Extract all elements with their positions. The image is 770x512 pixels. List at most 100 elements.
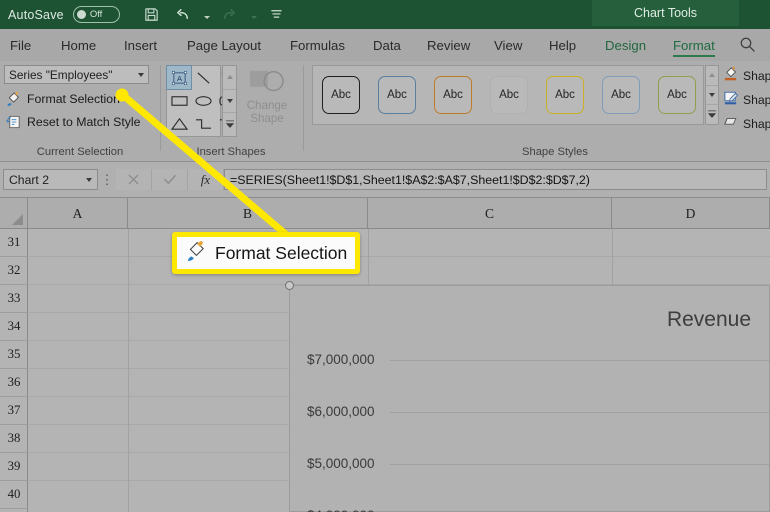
- undo-icon[interactable]: [172, 4, 194, 26]
- group-label-insert-shapes: Insert Shapes: [196, 146, 266, 158]
- search-icon[interactable]: [739, 36, 756, 58]
- row-header-34[interactable]: 34: [0, 313, 28, 341]
- undo-dropdown-icon[interactable]: [203, 15, 210, 19]
- scroll-up-icon[interactable]: [223, 66, 236, 90]
- shape-outline-icon: [723, 90, 739, 109]
- scroll-up-icon[interactable]: [706, 66, 718, 86]
- swatch-label: Abc: [667, 89, 687, 101]
- y-axis-tick-6000000: $6,000,000: [307, 404, 375, 419]
- tab-review[interactable]: Review: [427, 29, 470, 61]
- swatch-label: Abc: [555, 89, 575, 101]
- callout-inner: Format Selection: [177, 237, 355, 269]
- formula-bar-grip[interactable]: ⋮: [98, 172, 116, 188]
- column-header-d[interactable]: D: [612, 198, 770, 229]
- line-icon[interactable]: [191, 66, 215, 89]
- tab-design[interactable]: Design: [605, 29, 646, 61]
- scroll-down-icon[interactable]: [706, 86, 718, 106]
- column-header-b[interactable]: B: [128, 198, 368, 229]
- triangle-icon[interactable]: [167, 112, 191, 135]
- swatch-label: Abc: [387, 89, 407, 101]
- tab-data[interactable]: Data: [373, 29, 401, 61]
- text-box-icon[interactable]: A: [166, 65, 192, 90]
- shape-style-swatch-4[interactable]: Abc: [490, 76, 528, 114]
- oval-icon[interactable]: [191, 89, 215, 112]
- current-selection-combo[interactable]: Series "Employees": [4, 65, 149, 84]
- ribbon-divider-2: [303, 65, 304, 151]
- column-header-c[interactable]: C: [368, 198, 612, 229]
- tab-home[interactable]: Home: [61, 29, 96, 61]
- autosave-state-label: Off: [89, 9, 103, 20]
- group-label-current-selection: Current Selection: [36, 146, 124, 158]
- shape-style-swatch-3[interactable]: Abc: [434, 76, 472, 114]
- shape-effects-icon: [723, 114, 739, 133]
- row-header-32[interactable]: 32: [0, 257, 28, 285]
- shape-effects-button[interactable]: Shape: [723, 114, 770, 133]
- chart-resize-handle[interactable]: [285, 281, 294, 290]
- insert-shapes-scrollbar[interactable]: [222, 65, 237, 137]
- row-header-31[interactable]: 31: [0, 229, 28, 257]
- format-selection-callout: Format Selection: [172, 232, 360, 274]
- swatch-label: Abc: [331, 89, 351, 101]
- chevron-down-icon[interactable]: [138, 72, 144, 77]
- row-header-35[interactable]: 35: [0, 341, 28, 369]
- shape-styles-scrollbar[interactable]: [705, 65, 719, 125]
- tab-view[interactable]: View: [494, 29, 522, 61]
- row-header-38[interactable]: 38: [0, 425, 28, 453]
- row-header-36[interactable]: 36: [0, 369, 28, 397]
- change-shape-label-line1: Change: [246, 99, 288, 112]
- elbow-connector-icon[interactable]: [191, 112, 215, 135]
- shape-style-swatch-5[interactable]: Abc: [546, 76, 584, 114]
- tab-formulas[interactable]: Formulas: [290, 29, 345, 61]
- tab-insert[interactable]: Insert: [124, 29, 157, 61]
- select-all-triangle-icon: [12, 214, 23, 225]
- group-label-shape-styles: Shape Styles: [522, 146, 588, 158]
- more-styles-icon[interactable]: [706, 105, 718, 124]
- quick-access-toolbar: AutoSave Off: [8, 0, 288, 29]
- more-shapes-icon[interactable]: [223, 113, 236, 136]
- name-box[interactable]: Chart 2: [3, 169, 98, 190]
- shape-style-swatch-2[interactable]: Abc: [378, 76, 416, 114]
- shape-style-swatch-7[interactable]: Abc: [658, 76, 696, 114]
- redo-dropdown-icon: [250, 15, 257, 19]
- tab-format[interactable]: Format: [673, 29, 715, 61]
- row-header-33[interactable]: 33: [0, 285, 28, 313]
- enter-icon[interactable]: [152, 169, 188, 190]
- column-header-row: A B C D: [0, 198, 770, 229]
- formula-input[interactable]: =SERIES(Sheet1!$D$1,Sheet1!$A$2:$A$7,She…: [224, 169, 767, 190]
- title-bar: AutoSave Off Chart Tools: [0, 0, 770, 29]
- tab-page-layout[interactable]: Page Layout: [187, 29, 261, 61]
- shape-style-swatch-1[interactable]: Abc: [322, 76, 360, 114]
- y-axis-tick-4000000: $4,000,000: [307, 508, 375, 512]
- tab-file[interactable]: File: [10, 29, 31, 61]
- format-selection-button[interactable]: Format Selection: [5, 88, 120, 110]
- row-header-40[interactable]: 40: [0, 481, 28, 509]
- formula-bar: Chart 2 ⋮ fx =SERIES(Sheet1!$D$1,Sheet1!…: [0, 162, 770, 198]
- redo-icon: [219, 4, 241, 26]
- shape-outline-button[interactable]: Shape: [723, 90, 770, 109]
- ribbon-tab-strip: File Home Insert Page Layout Formulas Da…: [0, 29, 770, 61]
- current-selection-value: Series "Employees": [9, 67, 113, 82]
- chart-title[interactable]: Revenue: [667, 308, 751, 332]
- swatch-label: Abc: [443, 89, 463, 101]
- column-header-a[interactable]: A: [28, 198, 128, 229]
- row-header-39[interactable]: 39: [0, 453, 28, 481]
- insert-function-icon[interactable]: fx: [188, 169, 224, 190]
- save-icon[interactable]: [141, 4, 163, 26]
- chevron-down-icon[interactable]: [86, 177, 92, 182]
- row-header-37[interactable]: 37: [0, 397, 28, 425]
- autosave-label: AutoSave: [8, 7, 64, 22]
- autosave-toggle[interactable]: Off: [72, 6, 120, 23]
- cancel-icon[interactable]: [116, 169, 152, 190]
- scroll-down-icon[interactable]: [223, 90, 236, 114]
- customize-quick-access-icon[interactable]: [266, 4, 288, 26]
- chart-object[interactable]: Revenue $7,000,000 $6,000,000 $5,000,000…: [289, 285, 770, 512]
- shape-style-swatch-6[interactable]: Abc: [602, 76, 640, 114]
- swatch-label: Abc: [611, 89, 631, 101]
- tab-help[interactable]: Help: [549, 29, 576, 61]
- rectangle-icon[interactable]: [167, 89, 191, 112]
- select-all-corner[interactable]: [0, 198, 28, 229]
- change-shape-icon: [246, 67, 288, 99]
- y-axis-tick-7000000: $7,000,000: [307, 352, 375, 367]
- shape-fill-button[interactable]: Shape: [723, 66, 770, 85]
- reset-to-match-style-button[interactable]: Reset to Match Style: [5, 111, 140, 133]
